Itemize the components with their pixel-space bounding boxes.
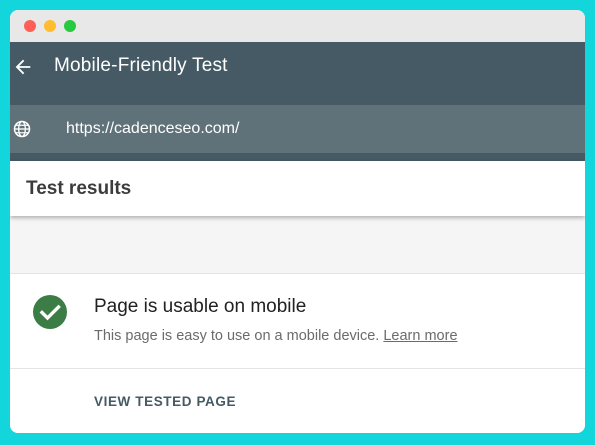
- arrow-left-icon[interactable]: [12, 56, 34, 78]
- appbar-bottom-strip: [10, 153, 585, 161]
- view-tested-page-button[interactable]: VIEW TESTED PAGE: [94, 394, 236, 409]
- action-row: VIEW TESTED PAGE: [10, 369, 585, 433]
- browser-window: Mobile-Friendly Test https://cadenceseo.…: [10, 10, 585, 433]
- maximize-window-button[interactable]: [64, 20, 76, 32]
- check-circle-icon: [33, 295, 67, 329]
- app-title: Mobile-Friendly Test: [54, 55, 228, 76]
- learn-more-link[interactable]: Learn more: [383, 328, 457, 344]
- app-bar: Mobile-Friendly Test: [10, 42, 585, 105]
- results-header: Test results: [10, 161, 585, 216]
- results-spacer: [10, 216, 585, 274]
- window-titlebar: [10, 10, 585, 42]
- tested-url: https://cadenceseo.com/: [66, 120, 240, 137]
- close-window-button[interactable]: [24, 20, 36, 32]
- result-card: Page is usable on mobile This page is ea…: [10, 274, 585, 369]
- globe-icon: [13, 120, 31, 138]
- url-bar[interactable]: https://cadenceseo.com/: [10, 105, 585, 153]
- results-title: Test results: [26, 178, 132, 199]
- result-description-text: This page is easy to use on a mobile dev…: [94, 328, 380, 344]
- result-title: Page is usable on mobile: [94, 296, 307, 317]
- result-description: This page is easy to use on a mobile dev…: [94, 328, 458, 344]
- minimize-window-button[interactable]: [44, 20, 56, 32]
